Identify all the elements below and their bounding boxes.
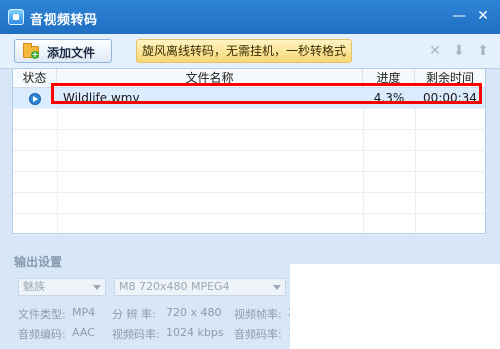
file-type-label: 文件类型: [18,308,66,321]
toolbar: + 添加文件 旋风离线转码，无需挂机，一秒转格式 ✕ ⬇ ⬆ [0,34,500,69]
audio-codec-value: AAC [72,326,95,339]
format-preset-select[interactable]: M8 720x480 MPEG4 [114,278,286,296]
video-bitrate-label: 视频码率: [112,328,160,341]
audio-bitrate-label: 音频码率: [234,328,282,341]
device-brand-select[interactable]: 魅族 [18,278,106,296]
chevron-down-icon [273,285,281,290]
video-bitrate-value: 1024 kbps [166,326,224,339]
resolution-label: 分 辨 率: [112,308,156,321]
title-bar: 音视频转码 — ✕ [0,0,500,34]
empty-row [13,172,485,193]
list-rows: Wildlife.wmv 4.3% 00:00:34 [13,88,485,235]
empty-row [13,151,485,172]
audio-codec-label: 音频编码: [18,328,66,341]
window-controls: — ✕ [450,9,492,25]
empty-row [13,214,485,235]
empty-row [13,193,485,214]
window-title: 音视频转码 [30,13,98,28]
app-window: 音视频转码 — ✕ + 添加文件 旋风离线转码，无需挂机，一秒转格式 ✕ ⬇ ⬆… [0,0,500,349]
video-fps-label: 视频帧率: [234,308,282,321]
empty-row [13,130,485,151]
list-tools: ✕ ⬇ ⬆ [428,44,490,58]
play-circle-icon [29,93,41,105]
empty-row [13,109,485,130]
file-type-value: MP4 [72,306,96,319]
add-file-label: 添加文件 [47,46,96,60]
delete-icon[interactable]: ✕ [428,44,442,58]
resolution-value: 720 x 480 [166,306,222,319]
highlight-box [51,83,482,104]
minimize-button[interactable]: — [450,9,468,25]
close-button[interactable]: ✕ [474,9,492,25]
app-icon [8,9,24,25]
plus-icon: + [31,50,39,59]
add-file-button[interactable]: + 添加文件 [14,39,112,63]
output-settings-title: 输出设置 [14,255,63,269]
move-up-icon[interactable]: ⬆ [476,44,490,58]
promo-banner[interactable]: 旋风离线转码，无需挂机，一秒转格式 [136,39,352,63]
move-down-icon[interactable]: ⬇ [452,44,466,58]
chevron-down-icon [93,285,101,290]
format-preset-value: M8 720x480 MPEG4 [119,280,230,293]
blank-region [290,264,500,349]
device-brand-value: 魅族 [23,280,45,293]
